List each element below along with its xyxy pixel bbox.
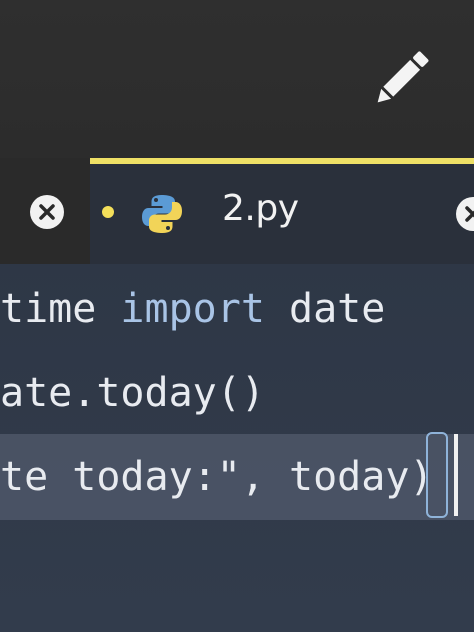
tab-active-label: 2.py xyxy=(222,188,299,229)
code-editor[interactable]: time import date ate.today() te today:",… xyxy=(0,264,474,632)
tab-strip: 2.py xyxy=(0,158,474,264)
close-icon xyxy=(465,206,474,222)
code-editor-app: 2.py time import date ate.today() te tod… xyxy=(0,0,474,632)
code-text: date xyxy=(264,286,386,332)
tab-previous-close-button[interactable] xyxy=(30,195,64,229)
code-line-current[interactable]: te today:", today) xyxy=(0,434,474,520)
text-caret xyxy=(454,434,458,516)
code-keyword: import xyxy=(120,286,265,332)
code-line[interactable]: ate.today() xyxy=(0,350,474,436)
code-text: ate.today() xyxy=(0,370,265,416)
tab-next-close-button[interactable] xyxy=(456,197,474,231)
modified-indicator xyxy=(102,206,114,218)
python-file-icon xyxy=(140,192,184,236)
code-line[interactable]: time import date xyxy=(0,266,474,352)
code-text: time xyxy=(0,286,121,332)
pencil-icon xyxy=(377,51,429,103)
close-icon xyxy=(39,204,55,220)
top-toolbar xyxy=(0,0,474,158)
edit-button[interactable] xyxy=(366,44,436,114)
code-text: te today:", today) xyxy=(0,454,434,500)
bracket-match-highlight xyxy=(426,432,448,518)
